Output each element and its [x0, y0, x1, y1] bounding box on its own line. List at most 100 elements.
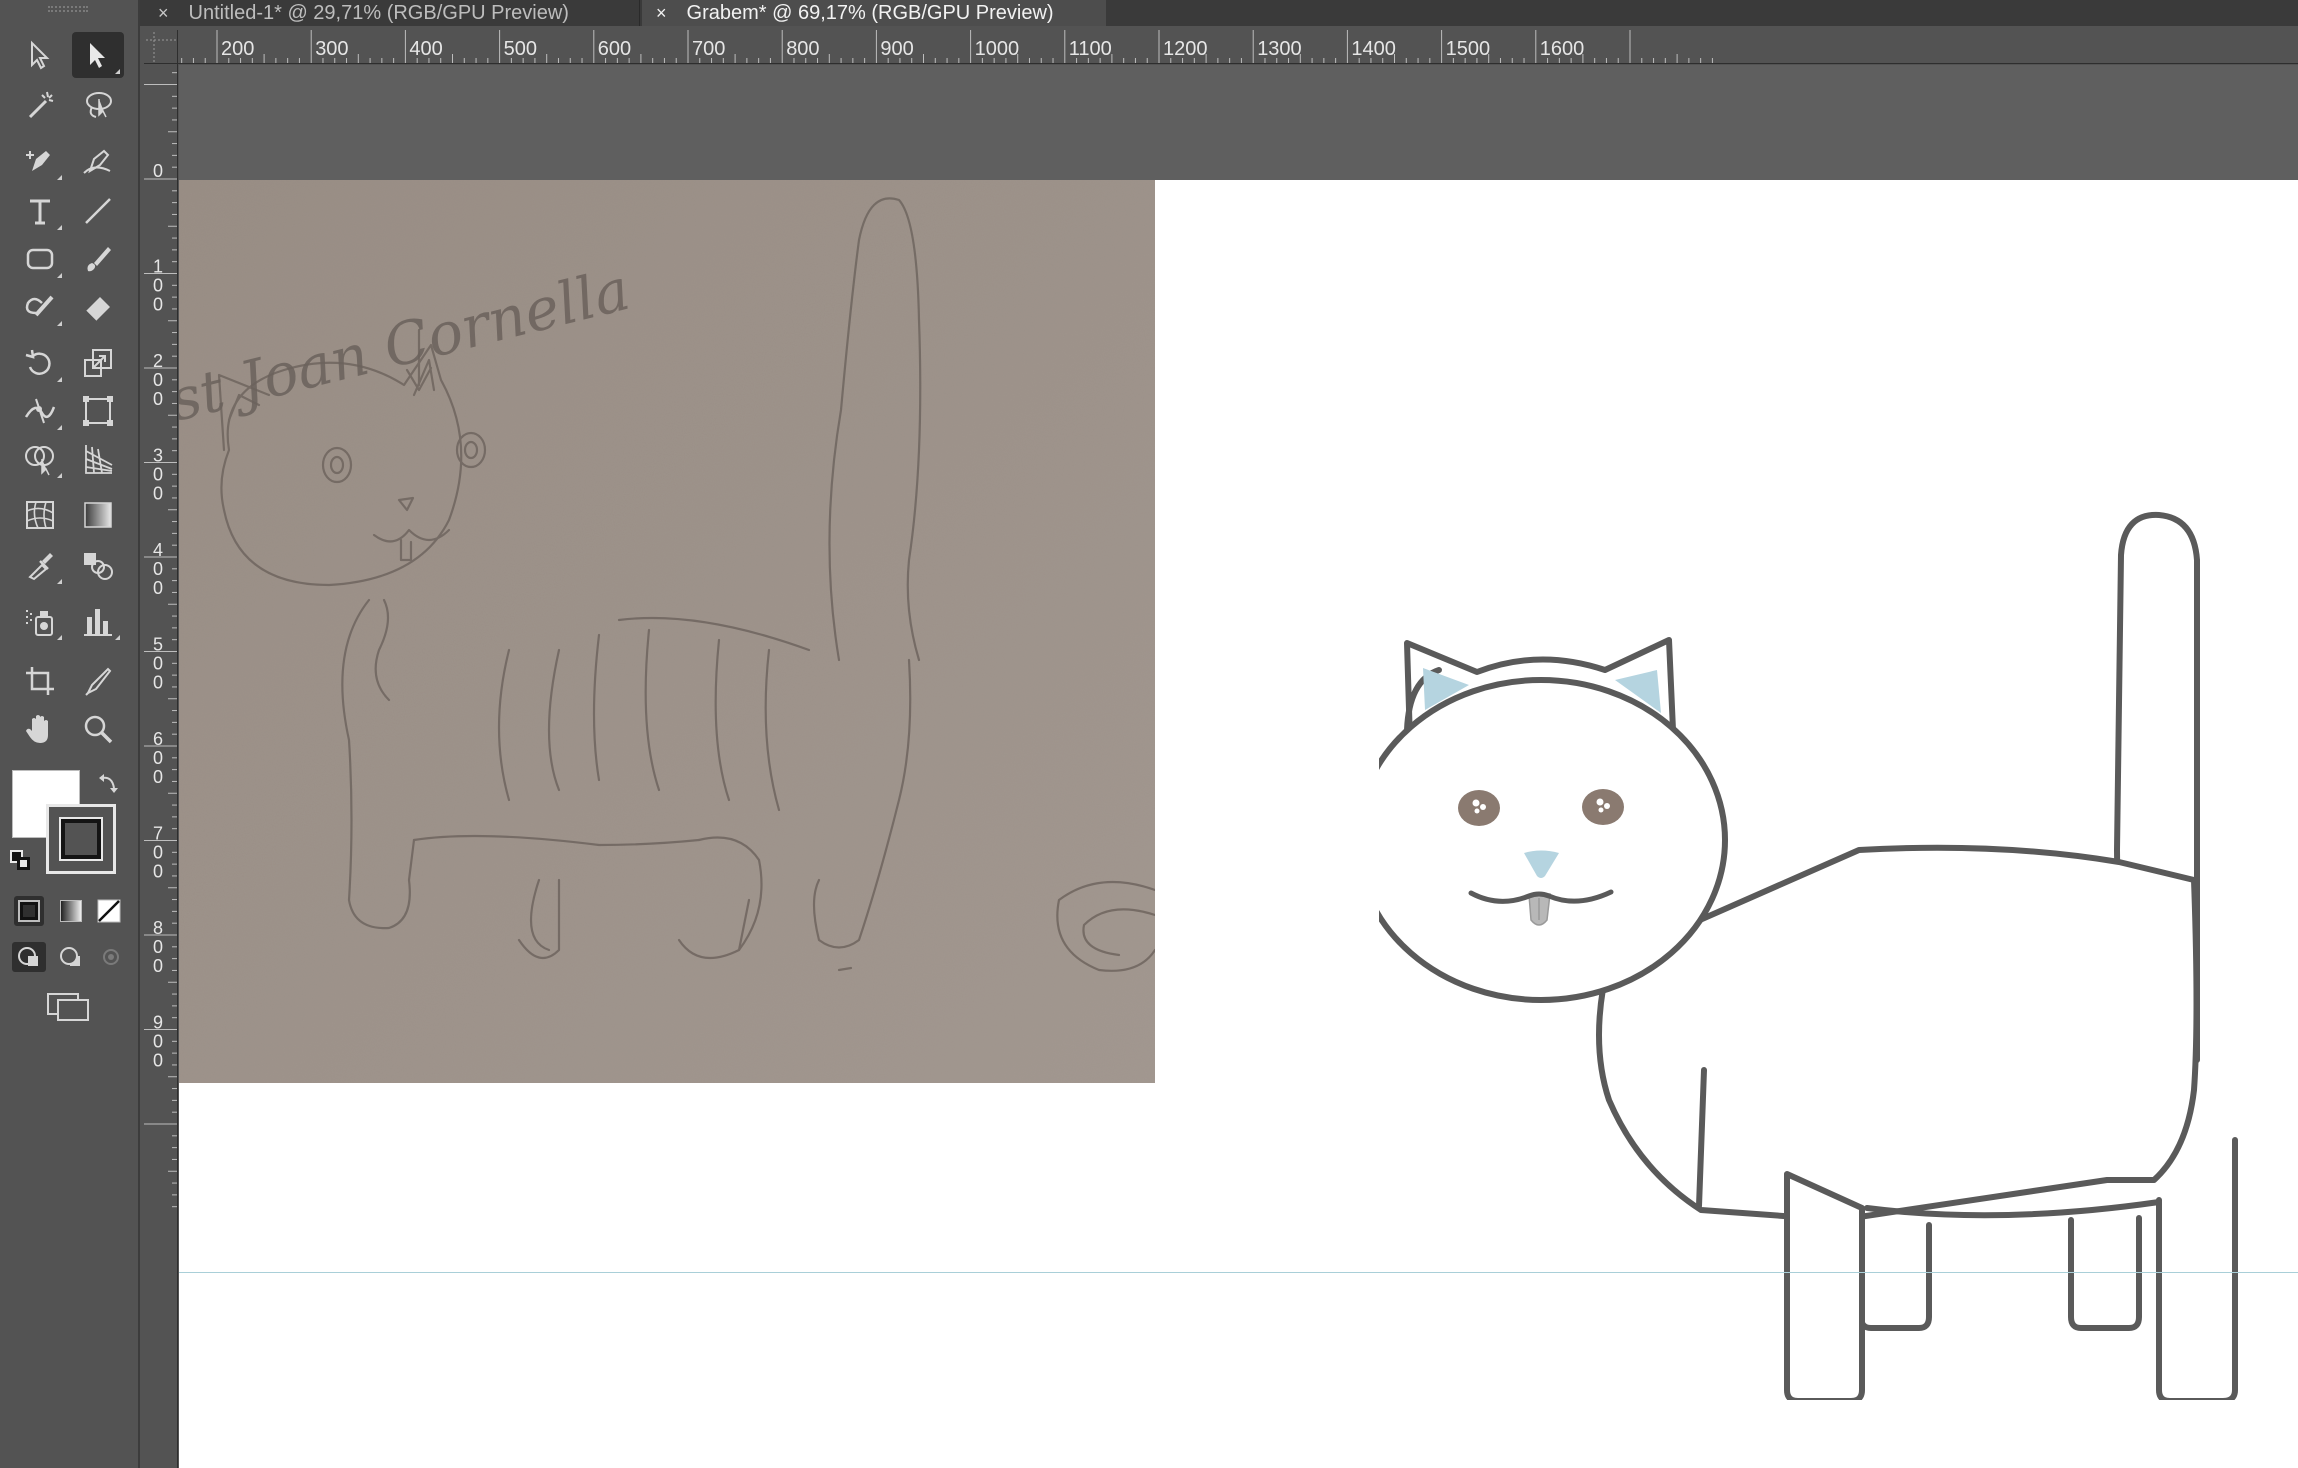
perspective-grid-tool[interactable]: [72, 436, 124, 482]
pen-tool[interactable]: [14, 138, 66, 184]
scale-tool[interactable]: [72, 340, 124, 386]
cat-leg-front-right[interactable]: [2156, 1137, 2238, 1400]
ruler-label-char: 0: [153, 559, 163, 579]
ruler-label-char: 0: [153, 937, 163, 957]
vector-cat-drawing[interactable]: [1379, 380, 2279, 1400]
ruler-label: 1100: [1069, 38, 1112, 60]
paintbrush-tool[interactable]: [72, 236, 124, 282]
tool-group-indicator: [57, 635, 62, 640]
gradient-tool[interactable]: [72, 492, 124, 538]
tool-group-indicator: [57, 579, 62, 584]
ruler-label-char: 0: [153, 748, 163, 768]
blend-tool[interactable]: [72, 542, 124, 588]
rotate-tool[interactable]: [14, 340, 66, 386]
cat-eye-right: [1582, 789, 1624, 825]
color-mode-button[interactable]: [14, 896, 44, 926]
lasso-tool[interactable]: [72, 82, 124, 128]
eyedropper-tool[interactable]: [14, 542, 66, 588]
ruler-label: 1000: [975, 38, 1020, 60]
horizontal-guide[interactable]: [179, 1272, 2298, 1273]
selection-tool-icon: [31, 40, 50, 70]
tool-group-indicator: [57, 175, 62, 180]
artboard[interactable]: st Joan Cornella: [179, 180, 2298, 1468]
blend-tool-icon: [84, 553, 113, 580]
gradient-tool-icon: [84, 502, 112, 528]
cat-leg-back-right[interactable]: [2068, 1215, 2142, 1331]
zoom-tool[interactable]: [72, 706, 124, 752]
placed-sketch-image[interactable]: st Joan Cornella: [179, 180, 1155, 1083]
slice-tool[interactable]: [72, 658, 124, 704]
tab-close-icon[interactable]: ×: [656, 3, 667, 24]
ruler-label-char: 0: [153, 1032, 163, 1052]
panel-grip[interactable]: [48, 6, 88, 12]
ruler-label-char: 8: [153, 918, 163, 938]
ruler-label-char: 2: [153, 351, 163, 371]
none-mode-button[interactable]: [94, 896, 124, 926]
cat-leg-front-left[interactable]: [1784, 1171, 1865, 1400]
ruler-label: 1500: [1446, 38, 1491, 60]
ruler-label-char: 7: [153, 824, 163, 844]
eyedropper-tool-icon: [28, 553, 53, 581]
stroke-swatch[interactable]: [46, 804, 116, 874]
ruler-label: 400: [409, 38, 442, 60]
ruler-label-char: 0: [153, 654, 163, 674]
direct-selection-tool[interactable]: [72, 32, 124, 78]
ruler-label-char: 0: [153, 295, 163, 315]
hand-tool[interactable]: [14, 706, 66, 752]
magic-wand-tool[interactable]: [14, 82, 66, 128]
tool-group-indicator: [57, 225, 62, 230]
shape-builder-tool[interactable]: [14, 436, 66, 482]
horizontal-ruler[interactable]: 200 300 400 500 600 700 800 900 1000 1100 1200 1300…: [144, 30, 2298, 64]
draw-normal-button[interactable]: [12, 942, 46, 972]
document-tab-grabem[interactable]: × Grabem* @ 69,17% (RGB/GPU Preview): [642, 0, 1106, 26]
magic-wand-tool-icon: [28, 91, 54, 119]
ruler-label-char: 0: [153, 1051, 163, 1071]
mesh-tool[interactable]: [14, 492, 66, 538]
line-segment-tool[interactable]: [72, 188, 124, 234]
eraser-tool[interactable]: [72, 284, 124, 330]
paintbrush-tool-icon: [87, 247, 111, 272]
artboard-tool-icon: [26, 667, 54, 695]
type-tool[interactable]: [14, 188, 66, 234]
screen-mode-button[interactable]: [46, 990, 90, 1024]
ruler-ticks: 0100200300400500600700800900: [144, 72, 177, 1208]
draw-inside-button[interactable]: [94, 942, 128, 972]
width-tool[interactable]: [14, 388, 66, 434]
ruler-label: 200: [221, 38, 254, 60]
illustrator-window: × Untitled-1* @ 29,71% (RGB/GPU Preview)…: [0, 0, 2298, 1468]
ruler-label-char: 0: [153, 862, 163, 882]
vertical-ruler[interactable]: 0100200300400500600700800900: [144, 64, 178, 1468]
line-segment-tool-icon: [85, 198, 111, 224]
ruler-label-char: 0: [153, 673, 163, 693]
document-canvas[interactable]: st Joan Cornella: [179, 65, 2298, 1468]
draw-behind-button[interactable]: [54, 942, 88, 972]
document-tab-untitled[interactable]: × Untitled-1* @ 29,71% (RGB/GPU Preview): [144, 0, 640, 26]
curvature-tool[interactable]: [72, 138, 124, 184]
column-graph-tool[interactable]: [72, 598, 124, 644]
ruler-label: 700: [692, 38, 725, 60]
tab-label: Untitled-1* @ 29,71% (RGB/GPU Preview): [188, 1, 569, 24]
default-fill-stroke-icon[interactable]: [10, 850, 32, 872]
symbol-sprayer-tool[interactable]: [14, 598, 66, 644]
gradient-mode-button[interactable]: [56, 896, 86, 926]
tools-panel: [0, 0, 140, 1468]
ruler-label-char: 0: [153, 843, 163, 863]
ruler-label-char: 0: [153, 370, 163, 390]
shape-builder-tool-icon: [25, 446, 54, 476]
cat-leg-back-left[interactable]: [1858, 1220, 1932, 1331]
shaper-tool[interactable]: [14, 284, 66, 330]
artboard-tool[interactable]: [14, 658, 66, 704]
swap-fill-stroke-icon[interactable]: [98, 772, 120, 794]
tab-close-icon[interactable]: ×: [158, 3, 169, 24]
selection-tool[interactable]: [14, 32, 66, 78]
rectangle-tool[interactable]: [14, 236, 66, 282]
shaper-tool-icon: [25, 295, 54, 317]
symbol-sprayer-tool-icon: [26, 610, 53, 636]
ruler-origin[interactable]: [144, 30, 178, 64]
document-tab-bar: × Untitled-1* @ 29,71% (RGB/GPU Preview)…: [0, 0, 2298, 26]
free-transform-tool[interactable]: [72, 388, 124, 434]
pen-tool-icon: [26, 151, 50, 171]
eraser-tool-icon: [85, 297, 110, 322]
ruler-label-char: 5: [153, 635, 163, 655]
tool-group-indicator: [57, 377, 62, 382]
